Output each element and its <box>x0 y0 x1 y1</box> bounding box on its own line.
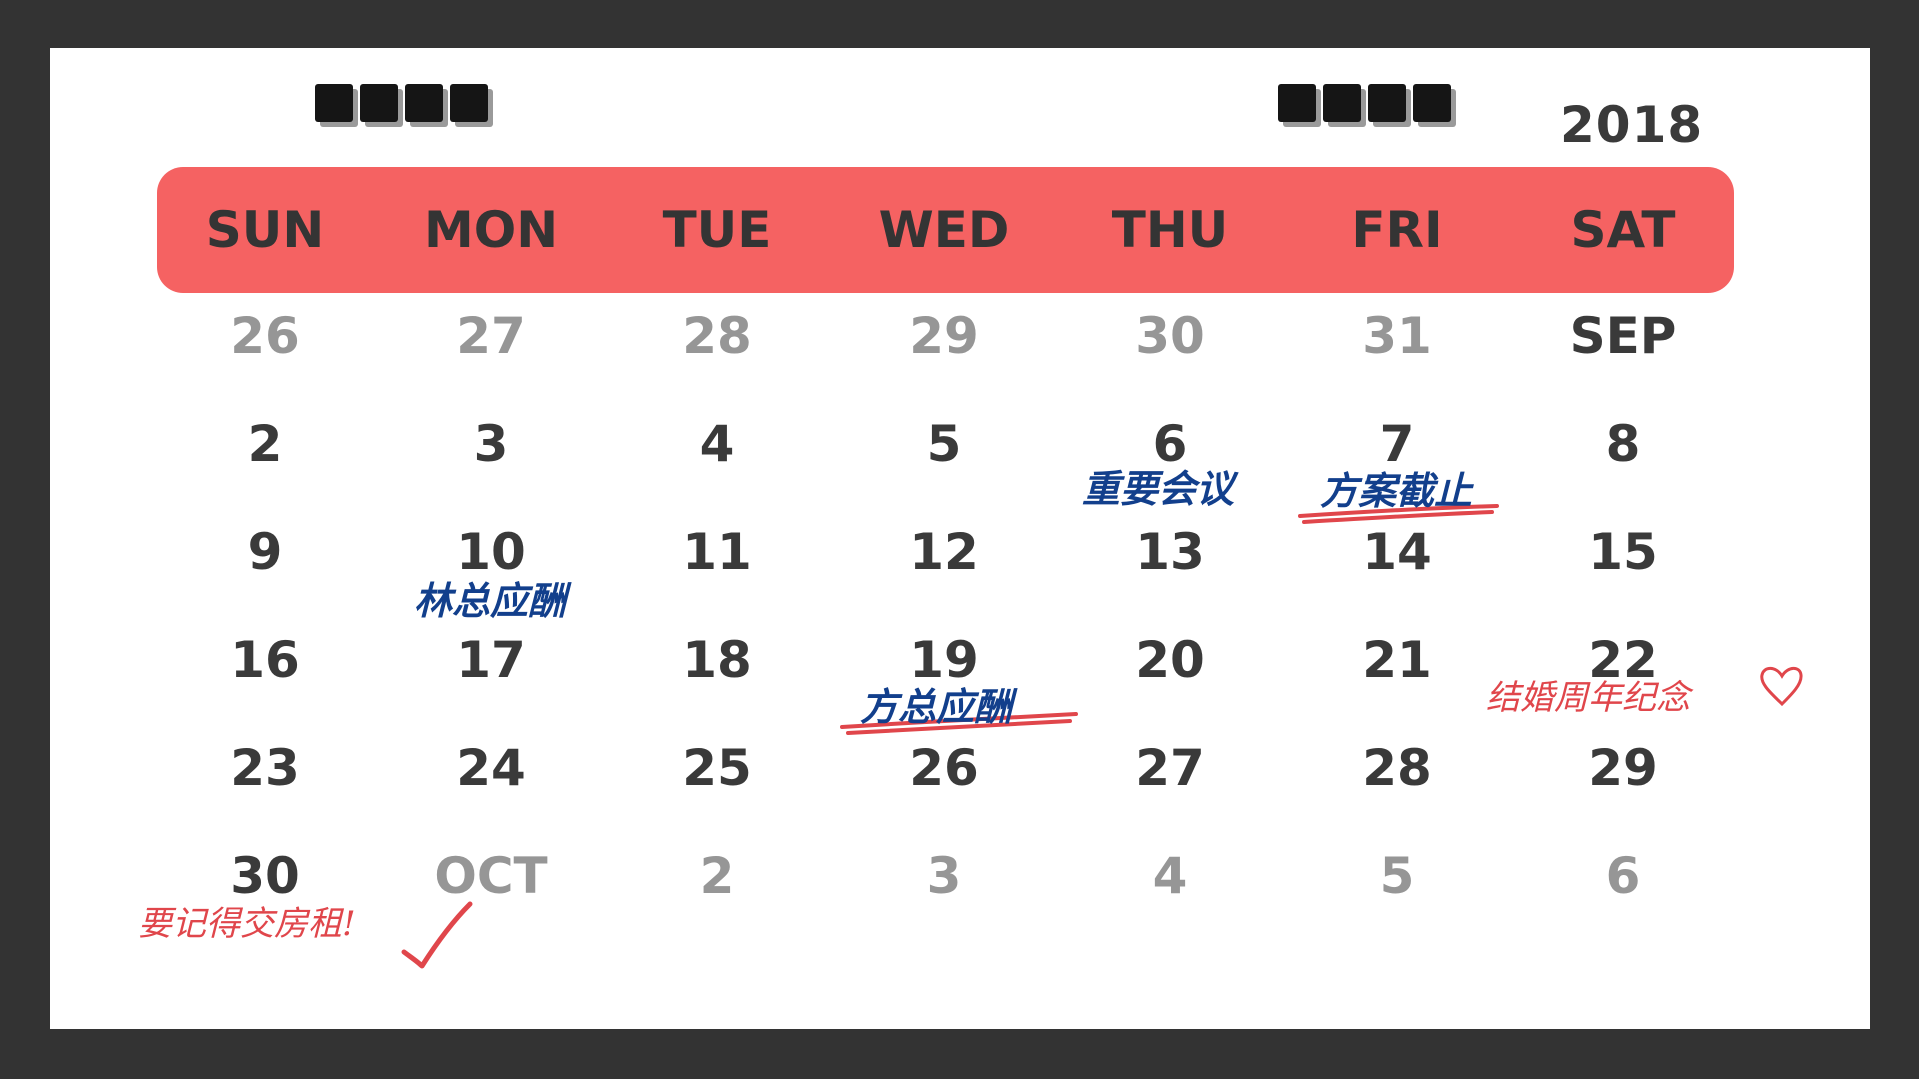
note-lin-dinner: 林总应酬 <box>414 578 567 623</box>
note-plan-deadline: 方案截止 <box>1320 468 1473 513</box>
heart-icon <box>1760 666 1803 707</box>
note-important-meeting: 重要会议 <box>1082 466 1235 511</box>
note-fang-dinner: 方总应酬 <box>860 684 1013 729</box>
note-rent-reminder: 要记得交房租! <box>138 904 356 944</box>
checkmark-icon <box>401 901 473 969</box>
note-anniversary: 结婚周年纪念 <box>1486 678 1690 718</box>
